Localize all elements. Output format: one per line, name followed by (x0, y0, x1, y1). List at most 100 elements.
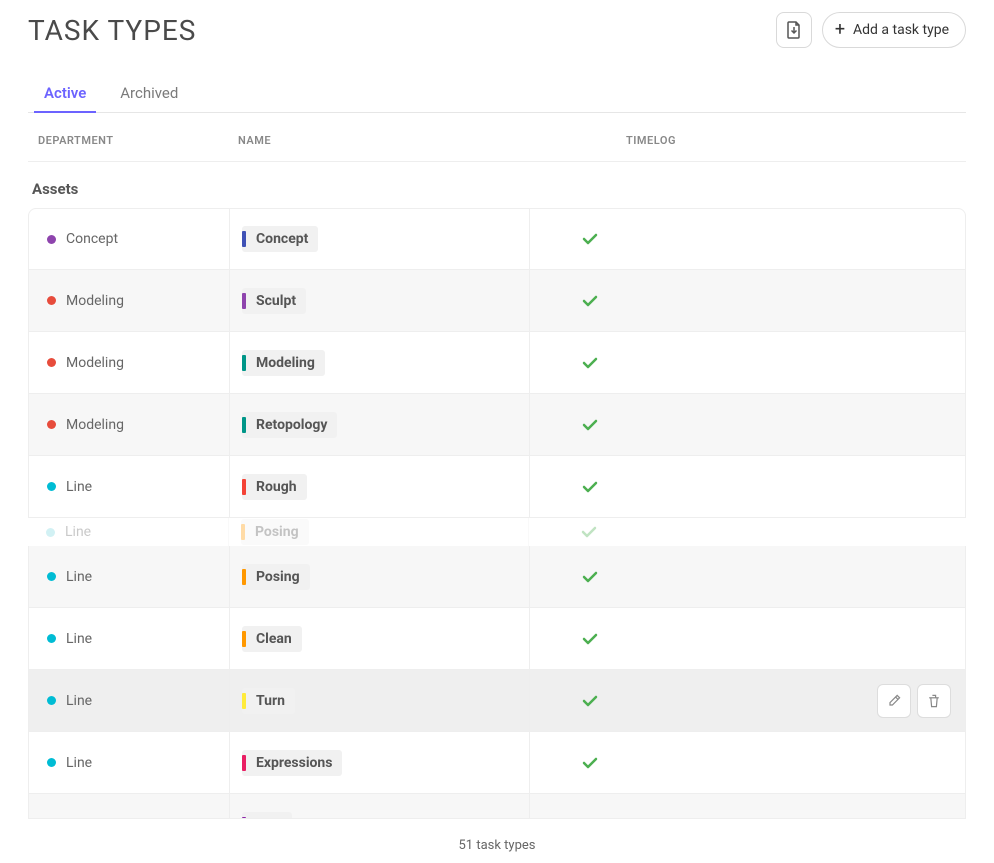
name-cell: Retopology (229, 394, 529, 455)
name-cell: Lips (229, 794, 529, 819)
task-type-chip[interactable]: Sculpt (242, 288, 306, 314)
table-row[interactable]: Line Rough (28, 456, 966, 518)
table-row[interactable]: Line Posing (28, 518, 966, 546)
department-label: Modeling (66, 355, 124, 371)
timelog-cell (529, 270, 965, 331)
check-icon (579, 522, 599, 542)
task-type-chip[interactable]: Turn (242, 688, 295, 714)
task-type-chip[interactable]: Retopology (242, 412, 337, 438)
name-cell: Modeling (229, 332, 529, 393)
table-row[interactable]: Line Posing (28, 546, 966, 608)
chip-color-bar-icon (242, 417, 246, 433)
name-cell: Posing (228, 518, 528, 546)
task-type-chip[interactable]: Rough (242, 474, 307, 500)
department-cell: Line (29, 755, 229, 771)
check-icon (580, 629, 600, 649)
task-type-name: Retopology (256, 417, 327, 433)
name-cell: Expressions (229, 732, 529, 793)
name-cell: Concept (229, 209, 529, 269)
add-button-label: Add a task type (853, 22, 949, 38)
department-dot-icon (46, 528, 55, 537)
table-row[interactable]: Line Clean (28, 608, 966, 670)
name-cell: Clean (229, 608, 529, 669)
task-type-chip[interactable]: Posing (242, 564, 310, 590)
task-type-name: Turn (256, 693, 285, 709)
col-header-department: Department (38, 134, 238, 147)
task-type-name: Modeling (256, 355, 315, 371)
table-row[interactable]: Line Turn (28, 670, 966, 732)
row-actions (877, 684, 951, 718)
table-row[interactable]: Line Expressions (28, 732, 966, 794)
department-cell: Line (29, 693, 229, 709)
edit-button[interactable] (877, 684, 911, 718)
department-label: Line (66, 755, 92, 771)
timelog-cell (529, 394, 965, 455)
department-dot-icon (47, 420, 56, 429)
department-dot-icon (47, 296, 56, 305)
tab-active[interactable]: Active (40, 76, 90, 112)
name-cell: Rough (229, 456, 529, 517)
department-cell: Concept (29, 231, 229, 247)
page-title: TASK TYPES (28, 14, 196, 47)
department-dot-icon (47, 482, 56, 491)
chip-color-bar-icon (242, 231, 246, 247)
add-task-type-button[interactable]: + Add a task type (822, 12, 966, 48)
department-dot-icon (47, 696, 56, 705)
col-header-name: Name (238, 134, 538, 147)
table-header-row: Department Name Timelog (28, 120, 966, 162)
task-type-name: Expressions (256, 755, 332, 771)
check-icon (580, 753, 600, 773)
table-row[interactable]: Modeling Modeling (28, 332, 966, 394)
timelog-cell (529, 332, 965, 393)
department-label: Modeling (66, 293, 124, 309)
timelog-cell (529, 794, 965, 819)
table-row[interactable]: Modeling Sculpt (28, 270, 966, 332)
check-icon (580, 415, 600, 435)
chip-color-bar-icon (242, 293, 246, 309)
task-type-chip[interactable]: Expressions (242, 750, 342, 776)
table-row[interactable]: Line Lips (28, 794, 966, 819)
chip-color-bar-icon (242, 817, 246, 820)
plus-icon: + (835, 21, 845, 39)
timelog-cell (529, 456, 965, 517)
check-icon (580, 229, 600, 249)
tabs: Active Archived (28, 76, 966, 113)
table-body: ConceptConceptModelingSculptModelingMode… (28, 208, 966, 819)
department-label: Concept (66, 231, 118, 247)
import-button[interactable] (776, 12, 812, 48)
header-actions: + Add a task type (776, 12, 966, 48)
table-scroll-area[interactable]: Department Name Timelog Assets ConceptCo… (28, 120, 966, 819)
task-type-chip[interactable]: Posing (241, 519, 309, 545)
department-cell: Line (29, 817, 229, 820)
task-type-name: Posing (256, 569, 300, 585)
department-dot-icon (47, 634, 56, 643)
table-row[interactable]: Concept Concept (28, 208, 966, 270)
timelog-cell (529, 608, 965, 669)
table-row[interactable]: Modeling Retopology (28, 394, 966, 456)
task-types-page: TASK TYPES + Add a task type Active Arc (0, 0, 994, 863)
department-label: Line (66, 631, 92, 647)
department-cell: Line (29, 569, 229, 585)
check-icon (580, 477, 600, 497)
import-icon (786, 21, 802, 39)
name-cell: Sculpt (229, 270, 529, 331)
delete-button[interactable] (917, 684, 951, 718)
group-header-assets: Assets (28, 162, 966, 208)
task-type-chip[interactable]: Lips (242, 812, 292, 820)
department-label: Line (65, 524, 91, 540)
check-icon (580, 353, 600, 373)
task-type-name: Sculpt (256, 293, 296, 309)
name-cell: Posing (229, 546, 529, 607)
department-label: Line (66, 479, 92, 495)
tab-archived[interactable]: Archived (116, 76, 182, 112)
task-type-chip[interactable]: Clean (242, 626, 302, 652)
timelog-cell (529, 546, 965, 607)
department-dot-icon (47, 758, 56, 767)
check-icon (580, 567, 600, 587)
task-type-chip[interactable]: Concept (242, 226, 318, 252)
task-type-chip[interactable]: Modeling (242, 350, 325, 376)
col-header-timelog: Timelog (538, 134, 956, 147)
department-dot-icon (47, 572, 56, 581)
department-label: Modeling (66, 417, 124, 433)
chip-color-bar-icon (242, 693, 246, 709)
